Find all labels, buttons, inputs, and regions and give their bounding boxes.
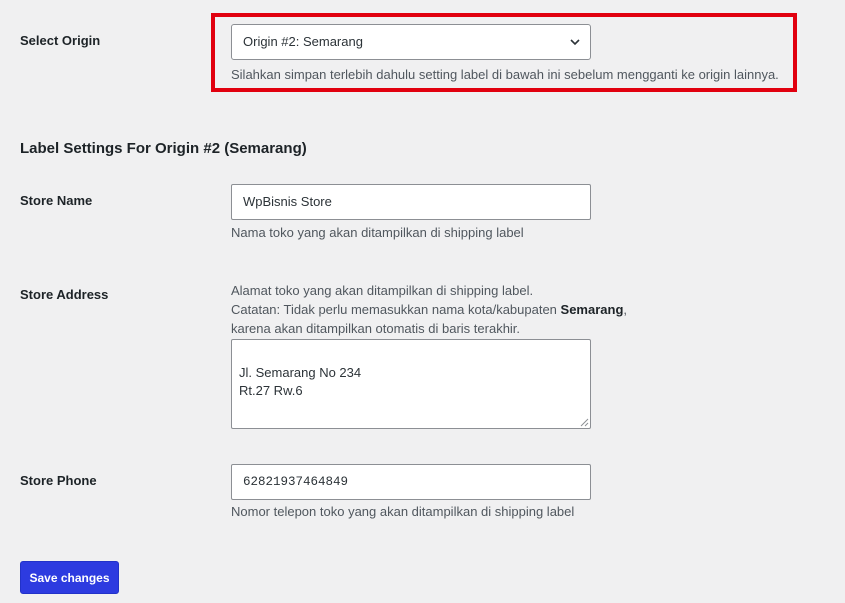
store-address-desc-line1: Alamat toko yang akan ditampilkan di shi…: [231, 283, 534, 298]
store-phone-value: 62821937464849: [243, 475, 349, 489]
store-address-city: Semarang: [560, 302, 624, 317]
store-address-desc-prefix: Catatan: Tidak perlu memasukkan nama kot…: [231, 302, 561, 317]
store-address-desc: Alamat toko yang akan ditampilkan di shi…: [231, 281, 627, 338]
store-name-value: WpBisnis Store: [243, 194, 332, 209]
select-origin-label: Select Origin: [20, 33, 101, 48]
resize-grip-icon[interactable]: [580, 418, 589, 427]
origin-note: Silahkan simpan terlebih dahulu setting …: [231, 67, 779, 82]
origin-select-value: Origin #2: Semarang: [243, 34, 363, 49]
store-address-desc-line2: Catatan: Tidak perlu memasukkan nama kot…: [231, 300, 627, 319]
store-phone-input[interactable]: 62821937464849: [231, 464, 591, 500]
store-address-value: Jl. Semarang No 234 Rt.27 Rw.6: [239, 365, 362, 398]
store-address-desc-suffix: ,: [623, 302, 628, 317]
store-phone-label: Store Phone: [20, 473, 97, 488]
section-title: Label Settings For Origin #2 (Semarang): [20, 140, 307, 157]
store-name-desc: Nama toko yang akan ditampilkan di shipp…: [231, 225, 524, 240]
chevron-down-icon: [570, 39, 580, 46]
store-phone-desc: Nomor telepon toko yang akan ditampilkan…: [231, 504, 575, 519]
store-address-desc-line3: karena akan ditampilkan otomatis di bari…: [231, 321, 521, 336]
store-name-input[interactable]: WpBisnis Store: [231, 184, 591, 220]
origin-select[interactable]: Origin #2: Semarang: [231, 24, 591, 60]
save-changes-button[interactable]: Save changes: [20, 561, 119, 594]
store-address-textarea[interactable]: Jl. Semarang No 234 Rt.27 Rw.6: [231, 339, 591, 429]
store-name-label: Store Name: [20, 193, 93, 208]
store-address-label: Store Address: [20, 287, 109, 302]
